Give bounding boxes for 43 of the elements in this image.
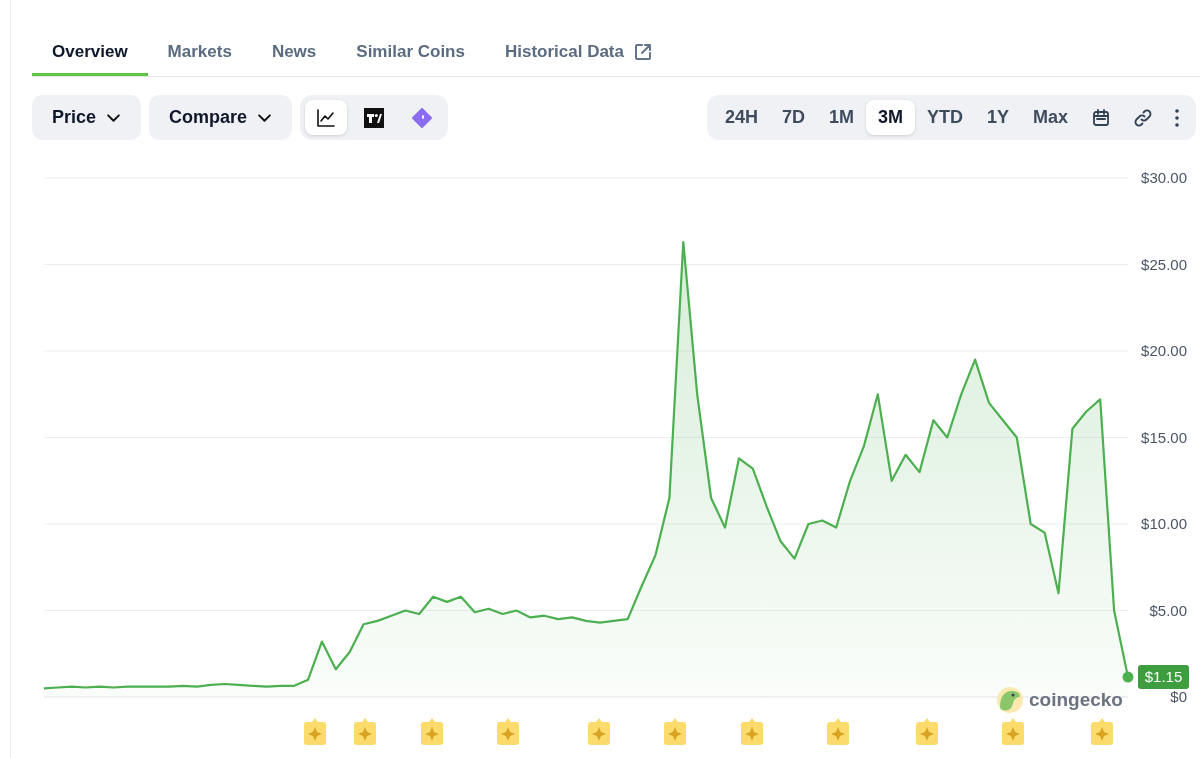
- axis-label: $15.00: [1141, 428, 1187, 446]
- tab[interactable]: Overview: [32, 30, 148, 76]
- event-marker-icon: [664, 718, 686, 745]
- tab[interactable]: Markets: [147, 30, 252, 76]
- axis-label: $30.00: [1141, 169, 1187, 186]
- calendar-icon: [1091, 107, 1111, 128]
- range-button[interactable]: Max: [1021, 100, 1080, 135]
- event-marker-icon: [1091, 718, 1113, 745]
- event-marker-icon: [1002, 718, 1024, 745]
- event-marker-icon: [304, 718, 326, 745]
- range-button[interactable]: 7D: [769, 100, 817, 135]
- axis-label: $0: [1170, 688, 1187, 705]
- event-marker-icon: [741, 718, 763, 745]
- line-chart-icon: [316, 107, 337, 128]
- event-marker-icon: [354, 718, 376, 745]
- event-marker-icon: [421, 718, 443, 745]
- axis-label: $20.00: [1141, 342, 1187, 359]
- range-button[interactable]: 24H: [712, 100, 770, 135]
- brand-name: coingecko: [1029, 689, 1123, 710]
- tab[interactable]: News: [251, 30, 337, 76]
- tab[interactable]: Historical Data: [484, 30, 673, 76]
- tab[interactable]: Similar Coins: [336, 30, 485, 76]
- range-button[interactable]: 1M: [816, 100, 866, 135]
- range-button[interactable]: YTD: [914, 100, 975, 135]
- axis-label: $25.00: [1141, 255, 1187, 273]
- range-button[interactable]: 1Y: [974, 100, 1021, 135]
- dropdown-button[interactable]: Price: [32, 95, 142, 140]
- tradingview-logo-icon: [364, 107, 385, 128]
- event-marker-icon: [827, 718, 849, 745]
- range-button[interactable]: 3M: [865, 100, 915, 135]
- event-marker-icon: [497, 718, 519, 745]
- dropdown-button[interactable]: Compare: [149, 95, 293, 140]
- blob-icon: [412, 107, 433, 128]
- price-dot: [1122, 671, 1134, 683]
- axis-label: $5.00: [1149, 601, 1187, 619]
- link-icon: [1133, 107, 1153, 128]
- price-badge: $1.15: [1138, 665, 1189, 689]
- axis-label: $10.00: [1141, 515, 1187, 532]
- gecko-icon: [997, 687, 1023, 713]
- more-icon: [1175, 108, 1179, 127]
- event-marker-icon: [588, 718, 610, 745]
- chart-type-button[interactable]: [305, 100, 348, 135]
- event-marker-icon: [916, 718, 938, 745]
